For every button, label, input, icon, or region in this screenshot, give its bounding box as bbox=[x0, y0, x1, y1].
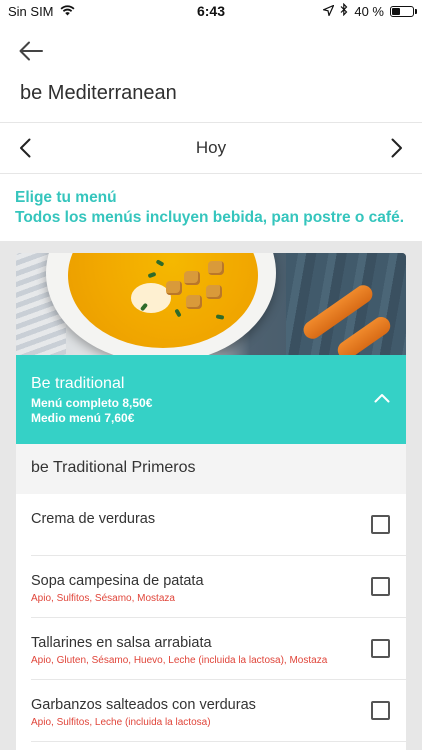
menu-info: Elige tu menú Todos los menús incluyen b… bbox=[15, 188, 415, 228]
menu-item[interactable]: Garbanzos salteados con verduras Apio, S… bbox=[16, 680, 406, 742]
collapse-button[interactable] bbox=[372, 390, 392, 406]
battery-fill bbox=[392, 7, 400, 15]
menu-item[interactable]: Sopa campesina de patata Apio, Sulfitos,… bbox=[16, 556, 406, 618]
back-button[interactable] bbox=[18, 39, 44, 63]
chevron-left-icon bbox=[20, 138, 31, 158]
menu-card: Be traditional Menú completo 8,50€ Medio… bbox=[16, 253, 406, 750]
info-title: Elige tu menú bbox=[15, 189, 117, 206]
battery-icon bbox=[390, 5, 417, 17]
back-arrow-icon bbox=[19, 41, 43, 61]
item-checkbox[interactable] bbox=[371, 701, 390, 720]
battery-percent: 40 % bbox=[354, 3, 384, 19]
page-title: be Mediterranean bbox=[20, 82, 177, 104]
item-name: Garbanzos salteados con verduras bbox=[31, 697, 256, 713]
chevron-up-icon bbox=[374, 394, 390, 403]
status-time: 6:43 bbox=[196, 3, 226, 19]
menu-item[interactable]: Tallarines en salsa arrabiata Apio, Glut… bbox=[16, 618, 406, 680]
menu-price-half: Medio menú 7,60€ bbox=[31, 411, 135, 425]
item-allergens: Apio, Gluten, Sésamo, Huevo, Leche (incl… bbox=[31, 655, 328, 666]
next-day-button[interactable] bbox=[386, 133, 408, 163]
bluetooth-icon bbox=[340, 2, 348, 19]
menu-item[interactable]: Crema de verduras bbox=[16, 494, 406, 556]
menu-header[interactable]: Be traditional Menú completo 8,50€ Medio… bbox=[16, 355, 406, 444]
item-name: Tallarines en salsa arrabiata bbox=[31, 635, 212, 651]
previous-day-button[interactable] bbox=[14, 133, 36, 163]
date-label: Hoy bbox=[195, 138, 227, 157]
wifi-icon bbox=[60, 4, 75, 19]
carrier-label: Sin SIM bbox=[8, 3, 54, 19]
location-icon bbox=[321, 3, 336, 19]
item-checkbox[interactable] bbox=[371, 577, 390, 596]
top-nav: be Mediterranean bbox=[0, 22, 422, 122]
section-title: be Traditional Primeros bbox=[16, 444, 406, 494]
item-allergens: Apio, Sulfitos, Leche (incluida la lacto… bbox=[31, 717, 211, 728]
item-allergens: Apio, Sulfitos, Sésamo, Mostaza bbox=[31, 593, 175, 604]
item-checkbox[interactable] bbox=[371, 639, 390, 658]
menu-hero-image bbox=[16, 253, 406, 355]
status-bar: Sin SIM 6:43 40 % bbox=[0, 0, 422, 22]
item-name: Crema de verduras bbox=[31, 511, 156, 527]
info-subtitle: Todos los menús incluyen bebida, pan pos… bbox=[15, 209, 405, 226]
chevron-right-icon bbox=[391, 138, 402, 158]
date-nav: Hoy bbox=[0, 122, 422, 174]
menu-price-full: Menú completo 8,50€ bbox=[31, 396, 153, 410]
item-name: Sopa campesina de patata bbox=[31, 573, 204, 589]
item-checkbox[interactable] bbox=[371, 515, 390, 534]
menu-title: Be traditional bbox=[31, 375, 125, 392]
